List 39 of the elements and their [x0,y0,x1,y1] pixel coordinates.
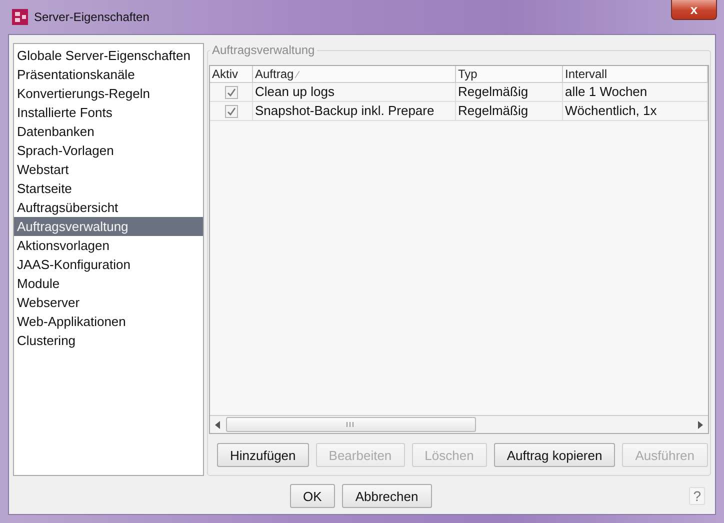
dialog-button[interactable]: Auftrag kopieren [494,443,616,467]
sidebar-item[interactable]: Installierte Fonts [14,103,203,122]
dialog-button[interactable]: Hinzufügen [217,443,309,467]
sidebar-item[interactable]: Konvertierungs-Regeln [14,84,203,103]
sidebar-item[interactable]: Auftragsverwaltung [14,217,203,236]
sidebar-item[interactable]: Webserver [14,293,203,312]
column-header[interactable]: Auftrag [255,67,294,81]
app-logo-icon [12,9,28,25]
sidebar-item[interactable]: Globale Server-Eigenschaften [14,46,203,65]
sidebar-item[interactable]: Aktionsvorlagen [14,236,203,255]
table-cell: Regelmäßig [456,102,563,121]
sidebar-item[interactable]: Sprach-Vorlagen [14,141,203,160]
column-header[interactable]: Typ [458,67,478,81]
window-title: Server-Eigenschaften [34,10,150,24]
scrollbar-thumb[interactable] [226,417,476,432]
group-title: Auftragsverwaltung [210,43,317,57]
sidebar-item[interactable]: Clustering [14,331,203,350]
dialog-button[interactable]: OK [290,484,335,508]
sort-indicator: ⁄ [296,70,298,81]
sidebar-item[interactable]: Startseite [14,179,203,198]
column-header[interactable]: Intervall [565,67,608,81]
checkbox[interactable] [224,104,238,118]
sidebar-item[interactable]: Web-Applikationen [14,312,203,331]
column-header[interactable]: Aktiv [212,67,238,81]
sidebar-item[interactable]: Präsentationskanäle [14,65,203,84]
sidebar-item[interactable]: JAAS-Konfiguration [14,255,203,274]
table-cell: alle 1 Wochen [563,83,708,102]
sidebar-item[interactable]: Webstart [14,160,203,179]
sidebar-item[interactable]: Module [14,274,203,293]
table-cell: Wöchentlich, 1x [563,102,708,121]
table-cell: Clean up logs [253,83,456,102]
dialog-button[interactable]: Abbrechen [342,484,432,508]
sidebar-item[interactable]: Auftragsübersicht [14,198,203,217]
table-cell: Snapshot-Backup inkl. Prepare [253,102,456,121]
help-button[interactable]: ? [689,487,705,505]
table-cell: Regelmäßig [456,83,563,102]
sidebar-item[interactable]: Datenbanken [14,122,203,141]
checkbox[interactable] [224,86,238,98]
close-button[interactable]: x [671,0,717,20]
